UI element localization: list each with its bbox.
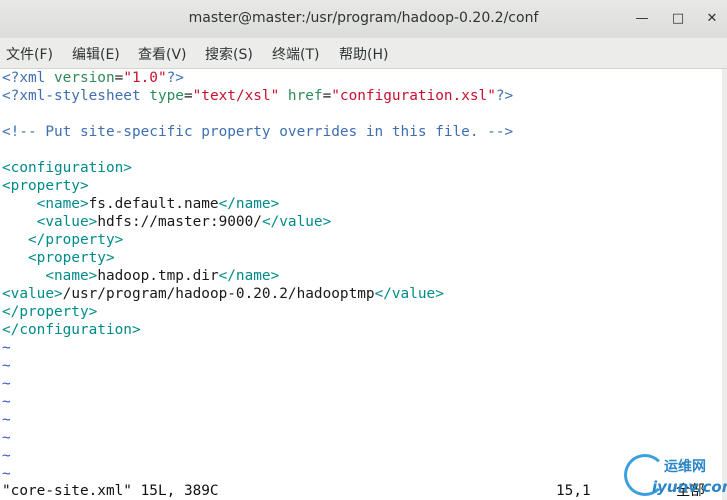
pi-target: xml-stylesheet xyxy=(19,88,141,104)
xml-text: fs.default.name xyxy=(88,196,219,212)
xml-text: hdfs://master:9000/ xyxy=(97,214,262,230)
empty-line-marker: ~ xyxy=(2,358,11,374)
window-title: master@master:/usr/program/hadoop-0.20.2… xyxy=(188,10,539,26)
xml-comment: <!-- Put site-specific property override… xyxy=(2,124,514,140)
close-icon[interactable]: ✕ xyxy=(702,9,722,29)
xml-tag: </property> xyxy=(28,232,124,248)
watermark: 运维网 iyunv.com xyxy=(622,452,727,500)
editor-line-comment: <!-- Put site-specific property override… xyxy=(2,123,513,141)
watermark-text-en: iyunv.com xyxy=(652,478,727,496)
empty-line-marker: ~ xyxy=(2,466,11,482)
empty-line-marker: ~ xyxy=(2,394,11,410)
menu-terminal[interactable]: 终端(T) xyxy=(272,44,319,64)
attr-value: "1.0" xyxy=(123,70,167,86)
maximize-icon[interactable]: □ xyxy=(668,9,688,29)
xml-tag: <property> xyxy=(2,178,89,194)
editor-line-value-2: <value>/usr/program/hadoop-0.20.2/hadoop… xyxy=(2,285,444,303)
editor-line-name: <name>fs.default.name</name> xyxy=(2,195,280,213)
xml-tag: </value> xyxy=(374,286,444,302)
editor-line-property-open-2: <property> xyxy=(2,249,115,267)
menu-help[interactable]: 帮助(H) xyxy=(339,44,388,64)
menu-edit[interactable]: 编辑(E) xyxy=(72,44,120,64)
attr-name: version xyxy=(45,70,115,86)
attr-eq: = xyxy=(183,88,193,104)
pi-open: <? xyxy=(2,70,20,86)
empty-line-marker: ~ xyxy=(2,340,11,356)
xml-tag: <value> xyxy=(36,214,98,230)
menu-view[interactable]: 查看(V) xyxy=(138,44,187,64)
editor-line-value: <value>hdfs://master:9000/</value> xyxy=(2,213,332,231)
empty-line-marker: ~ xyxy=(2,448,11,464)
status-cursor-position: 15,1 xyxy=(556,483,591,499)
xml-tag: </configuration> xyxy=(2,322,141,338)
xml-tag: <property> xyxy=(28,250,115,266)
watermark-text-cn: 运维网 xyxy=(664,459,706,475)
scrollbar[interactable] xyxy=(722,69,727,500)
window-titlebar[interactable]: master@master:/usr/program/hadoop-0.20.2… xyxy=(0,0,727,38)
xml-tag: <name> xyxy=(36,196,89,212)
empty-line-marker: ~ xyxy=(2,412,11,428)
xml-tag: <name> xyxy=(45,268,98,284)
menu-file[interactable]: 文件(F) xyxy=(6,44,53,64)
editor-line-property-close: </property> xyxy=(2,231,123,249)
xml-tag: </name> xyxy=(218,268,280,284)
status-file-info: "core-site.xml" 15L, 389C xyxy=(2,483,219,499)
empty-line-marker: ~ xyxy=(2,376,11,392)
minimize-icon[interactable]: — xyxy=(632,9,652,29)
attr-name: href xyxy=(279,88,323,104)
editor-line-1: <?xml version="1.0"?> xyxy=(2,69,184,87)
editor-line-configuration-open: <configuration> xyxy=(2,159,132,177)
pi-close: ?> xyxy=(166,70,184,86)
terminal-area[interactable]: <?xml version="1.0"?> <?xml-stylesheet t… xyxy=(0,69,722,500)
attr-eq: = xyxy=(322,88,332,104)
xml-tag: <configuration> xyxy=(2,160,132,176)
xml-tag: </name> xyxy=(218,196,280,212)
editor-line-configuration-close: </configuration> xyxy=(2,321,141,339)
xml-tag: </property> xyxy=(2,304,98,320)
editor-line-2: <?xml-stylesheet type="text/xsl" href="c… xyxy=(2,87,513,105)
xml-tag: <value> xyxy=(2,286,63,302)
menu-bar: 文件(F) 编辑(E) 查看(V) 搜索(S) 终端(T) 帮助(H) xyxy=(0,38,727,69)
pi-close: ?> xyxy=(495,88,514,104)
editor-line-property-close-2: </property> xyxy=(2,303,97,321)
attr-name: type xyxy=(140,88,184,104)
editor-line-property-open: <property> xyxy=(2,177,89,195)
attr-value: "configuration.xsl" xyxy=(331,88,496,104)
pi-open: <? xyxy=(2,88,20,104)
attr-eq: = xyxy=(114,70,124,86)
empty-line-marker: ~ xyxy=(2,430,11,446)
attr-value: "text/xsl" xyxy=(192,88,280,104)
pi-target: xml xyxy=(19,70,46,86)
xml-text: /usr/program/hadoop-0.20.2/hadooptmp xyxy=(62,286,375,302)
editor-line-name-2: <name>hadoop.tmp.dir</name> xyxy=(2,267,279,285)
xml-tag: </value> xyxy=(261,214,332,230)
xml-text: hadoop.tmp.dir xyxy=(97,268,219,284)
menu-search[interactable]: 搜索(S) xyxy=(205,44,253,64)
